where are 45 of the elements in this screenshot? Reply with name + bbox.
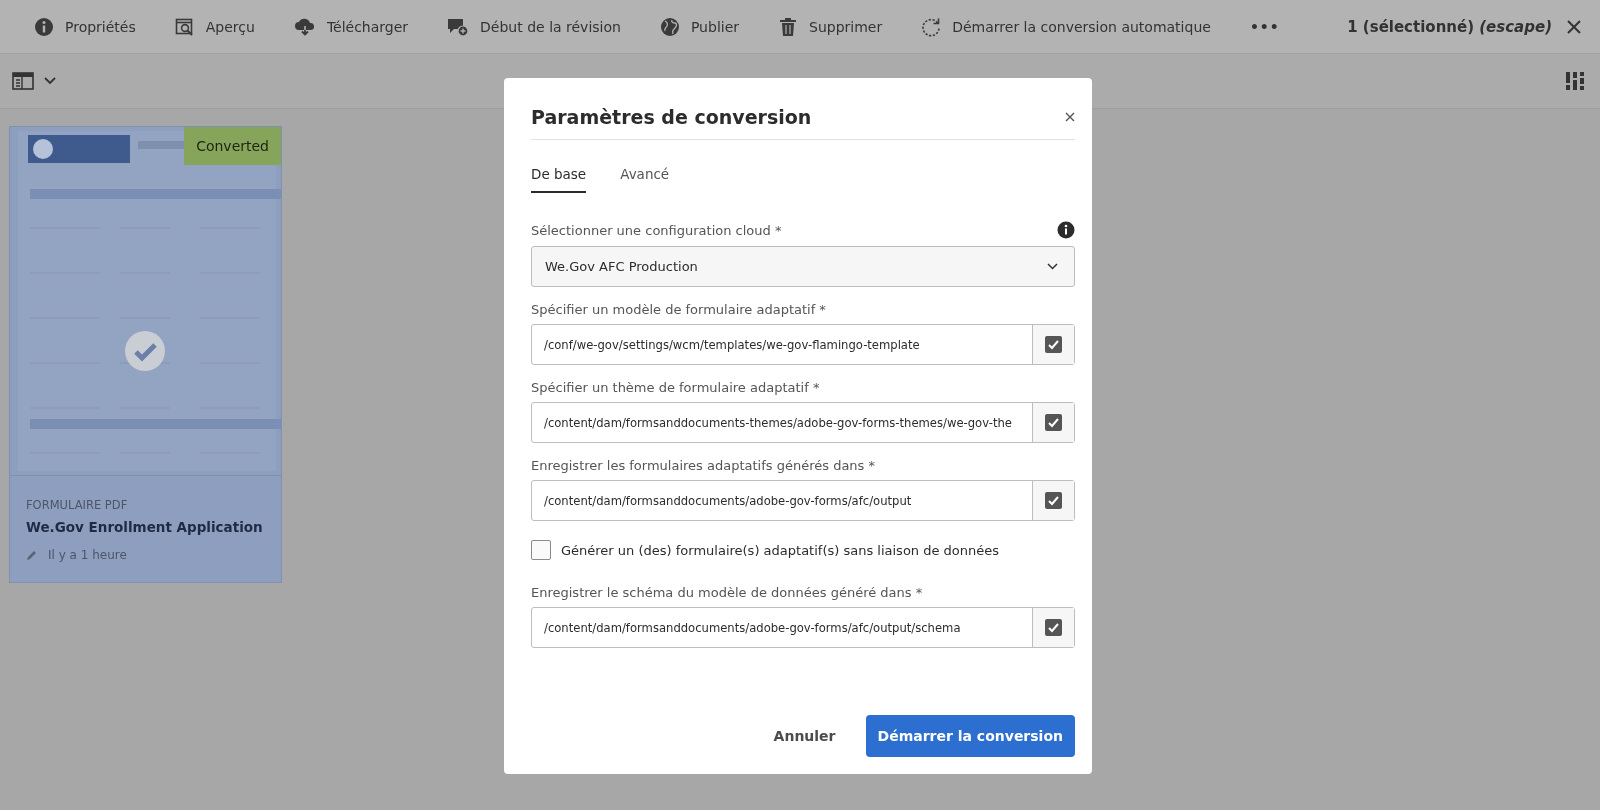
checkbox[interactable]: [531, 540, 551, 560]
selection-count: 1 (sélectionné) (escape): [1347, 17, 1552, 36]
field-label: Sélectionner une configuration cloud *: [531, 222, 782, 238]
toolbar-button[interactable]: Début de la révision: [447, 12, 621, 41]
view-switch-button[interactable]: [1566, 72, 1584, 90]
start-conversion-button[interactable]: Démarrer la conversion: [865, 715, 1075, 757]
close-icon[interactable]: [1065, 111, 1075, 122]
asset-title: We.Gov Enrollment Application: [26, 519, 264, 535]
close-icon[interactable]: [1566, 18, 1582, 35]
field-label: Enregistrer les formulaires adaptatifs générés dans *: [531, 458, 875, 473]
status-badge: Converted: [184, 127, 281, 165]
cancel-button[interactable]: Annuler: [767, 727, 842, 745]
field-label: Spécifier un modèle de formulaire adaptatif *: [531, 302, 826, 317]
trash-icon: [778, 16, 799, 37]
modified-time: Il y a 1 heure: [48, 548, 127, 562]
chevron-down-icon: [1047, 263, 1058, 270]
toolbar-button[interactable]: Télécharger: [293, 12, 409, 41]
field-label: Spécifier un thème de formulaire adaptatif *: [531, 380, 820, 395]
pencil-icon: [26, 549, 38, 561]
info-icon: [1057, 221, 1075, 239]
field-label: Enregistrer le schéma du modèle de données généré dans *: [531, 585, 923, 600]
toolbar-button[interactable]: Publier: [659, 12, 740, 41]
panel-toggle-button[interactable]: [12, 72, 56, 90]
info-icon: [34, 16, 54, 37]
asset-type: FORMULAIRE PDF: [26, 498, 129, 512]
sidebar-icon: [12, 72, 34, 90]
checkbox-label: Générer un (des) formulaire(s) adaptatif(s) sans liaison de données: [561, 542, 1000, 558]
toolbar-button[interactable]: Propriétés: [34, 12, 136, 41]
dialog-title: Paramètres de conversion: [531, 105, 812, 128]
cloud-config-dropdown[interactable]: We.Gov AFC Production: [531, 246, 1075, 287]
grid-view-icon: [1566, 72, 1584, 90]
toolbar-button[interactable]: Supprimer: [778, 12, 883, 41]
cloud-download-icon: [293, 16, 316, 37]
asset-card[interactable]: Converted FORMULAIRE PDF We.Gov Enrollment Application Il y a 1 heure: [10, 127, 281, 582]
selected-check-icon: [125, 331, 165, 371]
toolbar-button[interactable]: Aperçu: [174, 12, 255, 41]
preview-icon: [174, 16, 195, 37]
globe-icon: [659, 16, 680, 37]
refresh-icon: [921, 16, 942, 37]
more-button[interactable]: •••: [1249, 14, 1280, 39]
tab[interactable]: De base: [531, 166, 587, 193]
toolbar-button[interactable]: Démarrer la conversion automatique: [921, 12, 1211, 41]
tab[interactable]: Avancé: [620, 166, 670, 193]
comment-add-icon: [447, 16, 470, 37]
chevron-down-icon: [44, 77, 56, 85]
